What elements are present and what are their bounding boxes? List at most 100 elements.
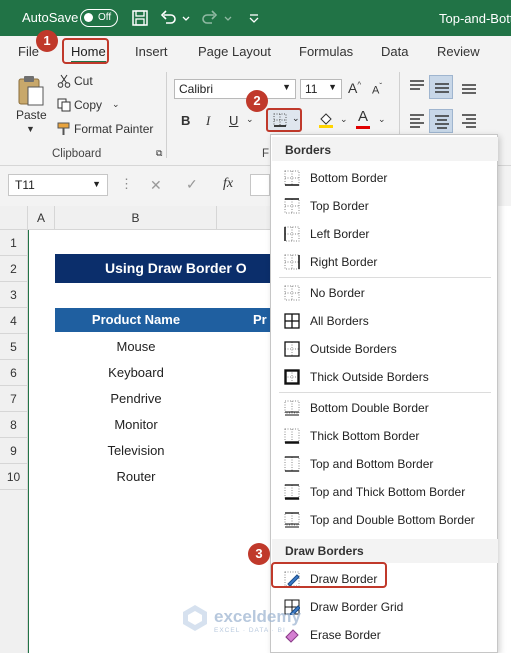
bold-button[interactable]: B [181, 113, 190, 128]
worksheet-grid[interactable]: A B 1 2 3 4 5 6 7 8 9 10 Using Draw Bord… [0, 206, 270, 653]
middle-align-button[interactable] [429, 75, 453, 99]
column-header-b[interactable]: B [55, 206, 217, 230]
menu-item-top-and-bottom-border[interactable]: Top and Bottom Border [272, 450, 498, 478]
select-all-corner[interactable] [0, 206, 28, 230]
align-left-icon[interactable] [408, 112, 426, 130]
copy-label[interactable]: Copy [74, 98, 102, 112]
product-cell[interactable]: Mouse [55, 339, 217, 354]
product-cell[interactable]: Monitor [55, 417, 217, 432]
row-header[interactable]: 6 [0, 360, 28, 386]
menu-item-all-borders[interactable]: All Borders [272, 307, 498, 335]
insert-function-icon[interactable]: fx [223, 176, 233, 192]
row-header[interactable]: 2 [0, 256, 28, 282]
row-header[interactable]: 10 [0, 464, 28, 490]
menu-item-bottom-double-border[interactable]: Bottom Double Border [272, 394, 498, 422]
row-header[interactable]: 8 [0, 412, 28, 438]
menu-item-bottom-border[interactable]: Bottom Border [272, 164, 498, 192]
bottom-align-icon[interactable] [460, 78, 478, 96]
column-header-a[interactable]: A [28, 206, 55, 230]
borders-button[interactable]: ⌄ [266, 108, 302, 132]
cancel-entry-icon[interactable]: ✕ [150, 177, 162, 194]
font-name-select[interactable]: Calibri ▼ [174, 79, 296, 99]
redo-dropdown-icon[interactable] [223, 8, 233, 28]
increase-font-icon[interactable]: A^ [348, 80, 361, 96]
clipboard-launcher-icon[interactable]: ⧉ [156, 148, 162, 159]
tab-file[interactable]: File [18, 44, 39, 59]
tab-page-layout[interactable]: Page Layout [198, 44, 271, 59]
exceldemy-logo-icon [183, 605, 207, 631]
menu-item-thick-outside-borders[interactable]: Thick Outside Borders [272, 363, 498, 391]
menu-item-left-border[interactable]: Left Border [272, 220, 498, 248]
menu-item-label: Bottom Border [310, 171, 388, 185]
format-painter-icon[interactable] [57, 122, 71, 136]
menu-separator [279, 392, 491, 393]
font-color-dropdown-icon[interactable]: ⌄ [378, 114, 386, 125]
menu-item-top-and-double-bottom-border[interactable]: Top and Double Bottom Border [272, 506, 498, 534]
watermark-tagline: EXCEL · DATA · BI [214, 627, 286, 634]
menu-item-label: Thick Outside Borders [310, 370, 429, 384]
row-header[interactable]: 4 [0, 308, 28, 334]
menu-item-top-border[interactable]: Top Border [272, 192, 498, 220]
name-box[interactable]: T11 ▼ [8, 174, 108, 196]
product-cell[interactable]: Pendrive [55, 391, 217, 406]
customize-toolbar-icon[interactable] [244, 8, 264, 28]
autosave-toggle[interactable]: Off [80, 9, 118, 27]
row-header[interactable]: 7 [0, 386, 28, 412]
undo-icon[interactable] [158, 8, 178, 28]
decrease-font-icon[interactable]: Aˇ [372, 82, 382, 97]
menu-item-label: Top and Bottom Border [310, 457, 434, 471]
undo-dropdown-icon[interactable] [181, 8, 191, 28]
top-align-icon[interactable] [408, 78, 426, 96]
redo-icon[interactable] [200, 8, 220, 28]
menu-item-outside-borders[interactable]: Outside Borders [272, 335, 498, 363]
fill-color-icon[interactable] [318, 111, 334, 129]
row-header[interactable]: 3 [0, 282, 28, 308]
menu-item-erase-border[interactable]: Erase Border [272, 621, 498, 649]
product-cell[interactable]: Keyboard [55, 365, 217, 380]
bottom-border-icon [273, 113, 287, 127]
paste-label[interactable]: Paste [16, 108, 47, 122]
paste-dropdown-icon[interactable]: ▼ [26, 124, 35, 134]
menu-item-label: No Border [310, 286, 365, 300]
copy-icon[interactable] [57, 98, 71, 112]
column-header-c[interactable] [217, 206, 270, 230]
cut-label[interactable]: Cut [74, 74, 93, 88]
copy-dropdown-icon[interactable]: ⌄ [112, 99, 120, 110]
save-icon[interactable] [130, 8, 150, 28]
font-color-icon[interactable]: A [358, 108, 368, 125]
menu-item-right-border[interactable]: Right Border [272, 248, 498, 276]
autosave-state: Off [98, 12, 112, 23]
menu-item-draw-border-grid[interactable]: Draw Border Grid [272, 593, 498, 621]
tab-data[interactable]: Data [381, 44, 408, 59]
menu-item-label: Erase Border [310, 628, 381, 642]
row-header[interactable]: 5 [0, 334, 28, 360]
formula-input[interactable] [250, 174, 270, 196]
cut-icon[interactable] [57, 74, 71, 88]
align-right-icon[interactable] [460, 112, 478, 130]
chevron-down-icon: ▼ [282, 82, 291, 92]
font-size-select[interactable]: 11 ▼ [300, 79, 342, 99]
menu-item-label: Left Border [310, 227, 370, 241]
underline-dropdown-icon[interactable]: ⌄ [246, 114, 254, 125]
format-painter-label[interactable]: Format Painter [74, 122, 153, 136]
fill-color-dropdown-icon[interactable]: ⌄ [340, 114, 348, 125]
paste-icon[interactable] [16, 74, 46, 108]
step-3-badge: 3 [248, 543, 270, 565]
align-center-button[interactable] [429, 109, 453, 133]
italic-button[interactable]: I [206, 113, 210, 129]
row-header[interactable]: 9 [0, 438, 28, 464]
product-cell[interactable]: Router [55, 469, 217, 484]
tab-review[interactable]: Review [437, 44, 480, 59]
step-2-badge: 2 [246, 90, 268, 112]
confirm-entry-icon[interactable]: ✓ [186, 176, 198, 193]
menu-item-top-and-thick-bottom-border[interactable]: Top and Thick Bottom Border [272, 478, 498, 506]
tab-formulas[interactable]: Formulas [299, 44, 353, 59]
menu-item-thick-bottom-border[interactable]: Thick Bottom Border [272, 422, 498, 450]
font-color-swatch [356, 126, 370, 129]
product-cell[interactable]: Television [55, 443, 217, 458]
more-options-icon[interactable]: ⋮ [120, 176, 133, 192]
underline-button[interactable]: U [229, 113, 238, 128]
menu-item-no-border[interactable]: No Border [272, 279, 498, 307]
tab-insert[interactable]: Insert [135, 44, 168, 59]
row-header[interactable]: 1 [0, 230, 28, 256]
